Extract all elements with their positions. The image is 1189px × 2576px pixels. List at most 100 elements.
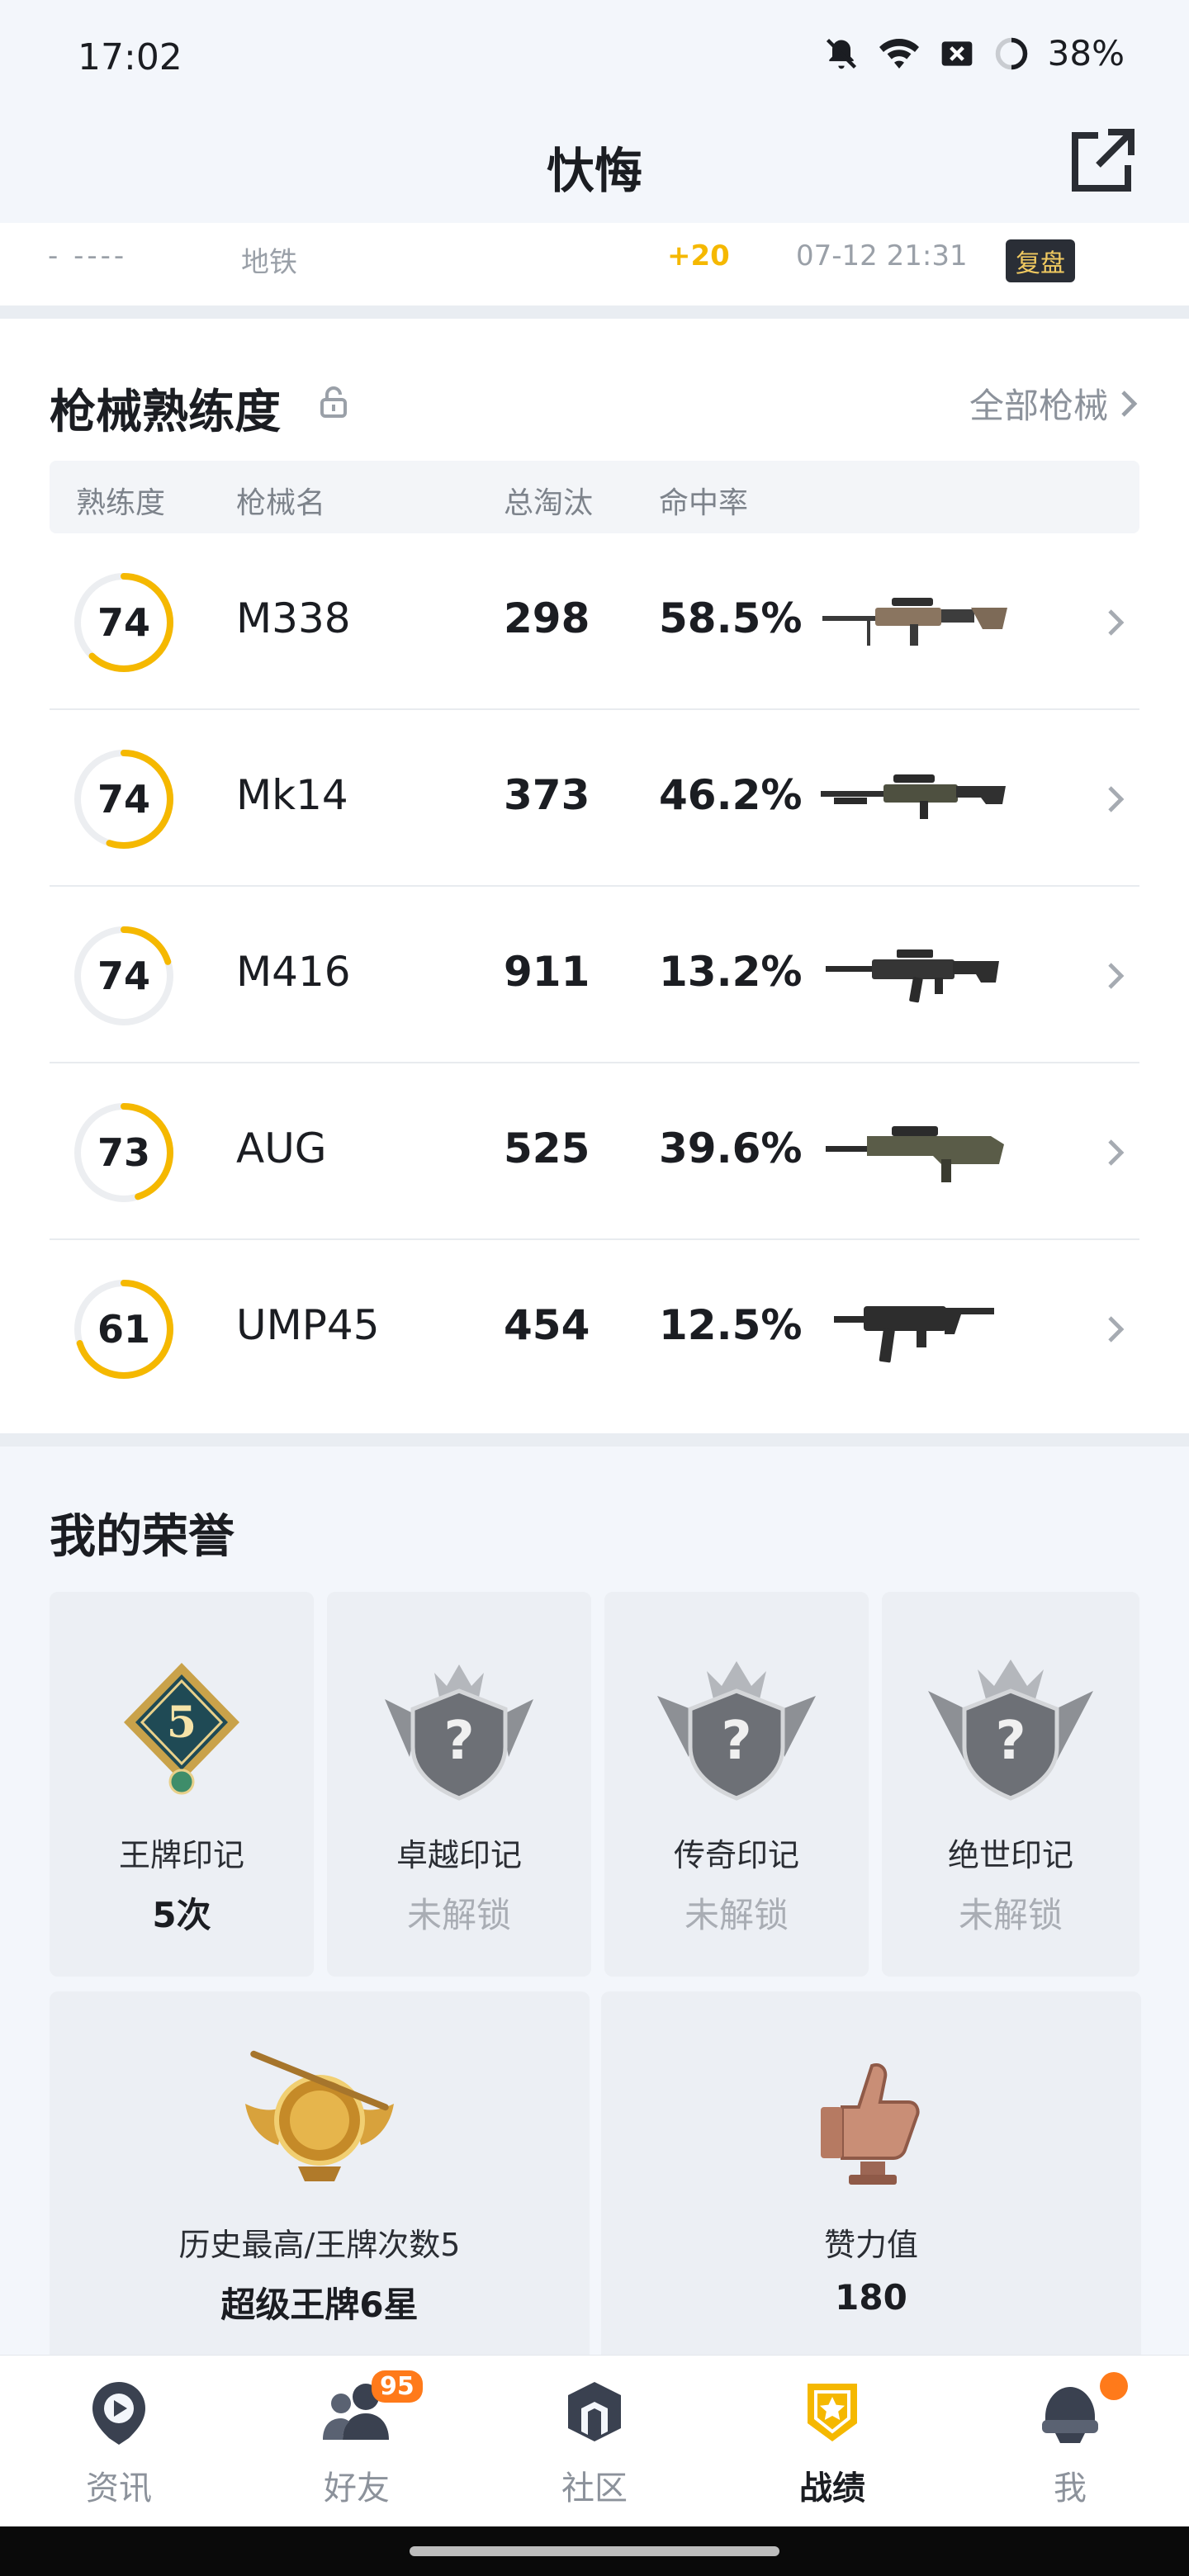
honors-title: 我的荣誉 [50, 1510, 234, 1564]
honor-label: 绝世印记 [947, 1837, 1073, 1873]
record-icon [808, 2384, 857, 2441]
lock-open-icon[interactable] [317, 385, 350, 418]
chevron-right-icon [1108, 1139, 1125, 1166]
thumbs-up-trophy-icon [821, 2063, 920, 2185]
weapon-accuracy: 46.2% [659, 771, 803, 819]
mastery-level: 73 [97, 1130, 150, 1175]
notification-dot [1100, 2372, 1128, 2400]
weapon-row-ump45[interactable]: 61 UMP45 454 12.5% [50, 1240, 1139, 1417]
weapon-row-aug[interactable]: 73 AUG 525 39.6% [50, 1063, 1139, 1240]
svg-text:?: ? [443, 1711, 474, 1772]
section-divider [0, 1433, 1189, 1447]
chevron-right-icon [1108, 609, 1125, 636]
community-icon [568, 2382, 621, 2441]
honor-card-likes[interactable]: 赞力值 180 [601, 1991, 1141, 2371]
honor-value: 超级王牌6星 [220, 2285, 419, 2325]
weapon-kills: 373 [504, 771, 590, 819]
status-icons: 38% [823, 33, 1125, 73]
weapon-mastery-title: 枪械熟练度 [50, 386, 281, 439]
locked-mark-icon: ? [385, 1664, 533, 1801]
svg-text:?: ? [721, 1711, 751, 1772]
weapon-name: Mk14 [236, 771, 348, 819]
friends-count-badge: 95 [372, 2370, 423, 2403]
nav-item-community[interactable]: 社区 [476, 2356, 713, 2527]
replay-badge[interactable]: 复盘 [1006, 239, 1075, 282]
bullpup-rifle-icon [826, 1126, 1004, 1182]
wifi-icon [879, 38, 919, 69]
weapon-name: UMP45 [236, 1301, 380, 1349]
weapon-row-m338[interactable]: 74 M338 298 58.5% [50, 533, 1139, 710]
section-divider [0, 305, 1189, 319]
chevron-right-icon [1108, 1316, 1125, 1342]
weapon-accuracy: 13.2% [659, 948, 803, 996]
weapon-name: AUG [236, 1125, 327, 1172]
weapon-kills: 454 [504, 1301, 590, 1349]
nav-label: 我 [1054, 2469, 1087, 2507]
mastery-level: 74 [97, 777, 150, 822]
weapon-name: M416 [236, 948, 351, 996]
honor-card-ace-mark[interactable]: 5 王牌印记 5次 [50, 1592, 314, 1977]
nav-label: 战绩 [799, 2469, 865, 2507]
sim-x-icon [941, 40, 972, 66]
mastery-level: 61 [97, 1307, 150, 1352]
weapon-kills: 911 [504, 948, 590, 996]
honor-value: 未解锁 [684, 1895, 789, 1935]
mastery-level: 74 [97, 600, 150, 645]
all-weapons-label: 全部枪械 [969, 386, 1108, 426]
match-rank-dash: - ---- [48, 239, 128, 272]
nav-label: 好友 [324, 2469, 390, 2507]
honor-value: 未解锁 [958, 1895, 1063, 1935]
system-nav-bar [0, 2526, 1189, 2576]
weapon-mastery-section: 枪械熟练度 全部枪械 熟练度 枪械名 总淘汰 命中率 74 M338 298 5… [0, 319, 1189, 1433]
honor-label: 历史最高/王牌次数5 [178, 2227, 461, 2263]
all-weapons-link[interactable]: 全部枪械 [969, 378, 1139, 429]
nav-item-me[interactable]: 我 [951, 2356, 1189, 2527]
dmr-rifle-icon [821, 774, 1006, 819]
nav-label: 资讯 [86, 2469, 152, 2507]
weapon-kills: 298 [504, 594, 590, 642]
honor-card-peerless-mark[interactable]: ? 绝世印记 未解锁 [882, 1592, 1139, 1977]
weapon-accuracy: 12.5% [659, 1301, 803, 1349]
locked-mark-icon: ? [657, 1661, 816, 1801]
chevron-right-icon [1121, 390, 1138, 417]
col-weapon-name: 枪械名 [236, 486, 326, 520]
weapon-table-header: 熟练度 枪械名 总淘汰 命中率 [50, 461, 1139, 533]
nav-item-friends[interactable]: 95 好友 [238, 2356, 476, 2527]
chevron-right-icon [1108, 963, 1125, 989]
weapon-name: M338 [236, 594, 351, 642]
weapon-kills: 525 [504, 1125, 590, 1172]
honor-label: 卓越印记 [396, 1837, 522, 1873]
col-mastery: 熟练度 [76, 486, 166, 520]
nav-item-record[interactable]: 战绩 [713, 2356, 951, 2527]
weapon-row-m416[interactable]: 74 M416 911 13.2% [50, 887, 1139, 1063]
status-time: 17:02 [78, 36, 182, 78]
match-history-row-partial[interactable]: - ---- 地铁 +20 07-12 21:31 复盘 [0, 223, 1189, 305]
ace-mark-icon: 5 [124, 1663, 239, 1795]
smg-icon [834, 1306, 994, 1363]
nav-label: 社区 [561, 2469, 628, 2507]
honor-value: 180 [835, 2277, 907, 2318]
nav-item-news[interactable]: 资讯 [0, 2356, 238, 2527]
news-icon [92, 2382, 145, 2445]
honor-label: 传奇印记 [673, 1837, 799, 1873]
col-accuracy: 命中率 [659, 486, 749, 520]
sniper-rifle-icon [822, 598, 1007, 646]
ace-mark-number: 5 [167, 1698, 197, 1748]
profile-helmet-icon [1042, 2387, 1098, 2443]
honors-section: 我的荣誉 5 王牌印记 5次 ? 卓越印记 未解锁 ? 传奇印记 未解锁 ? 绝… [0, 1447, 1189, 2371]
bottom-nav: 资讯 95 好友 社区 战绩 我 [0, 2355, 1189, 2526]
col-kills: 总淘汰 [504, 486, 594, 520]
page-title: 忕悔 [546, 143, 642, 199]
weapon-row-mk14[interactable]: 74 Mk14 373 46.2% [50, 710, 1139, 887]
battery-icon [995, 37, 1027, 69]
match-date: 07-12 21:31 [796, 239, 968, 272]
match-map: 地铁 [241, 246, 297, 279]
honor-card-highest-rank[interactable]: 历史最高/王牌次数5 超级王牌6星 [50, 1991, 590, 2371]
honor-card-legend-mark[interactable]: ? 传奇印记 未解锁 [604, 1592, 869, 1977]
assault-rifle-icon [826, 949, 999, 1003]
share-external-icon[interactable] [1065, 125, 1138, 198]
honor-label: 王牌印记 [118, 1837, 244, 1873]
honor-card-excellence-mark[interactable]: ? 卓越印记 未解锁 [327, 1592, 591, 1977]
honor-value: 未解锁 [406, 1895, 511, 1935]
home-indicator[interactable] [410, 2546, 779, 2556]
